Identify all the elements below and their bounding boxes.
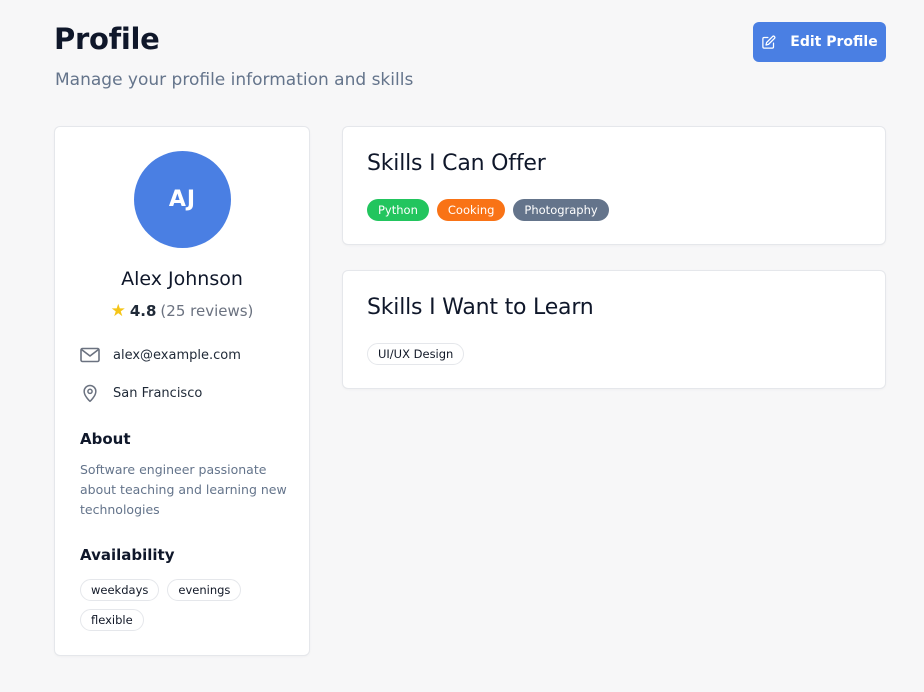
skill-tag-uiux: UI/UX Design [367, 343, 465, 365]
edit-profile-label: Edit Profile [790, 34, 878, 50]
skill-tag-cooking: Cooking [436, 199, 506, 221]
email-text: alex@example.com [113, 347, 241, 363]
email-row: alex@example.com [80, 347, 241, 363]
skills-learn-card: Skills I Want to Learn UI/UX Design [342, 270, 886, 389]
availability-heading: Availability [80, 546, 175, 564]
user-name: Alex Johnson [121, 268, 243, 290]
edit-profile-button[interactable]: Edit Profile [753, 22, 886, 62]
avatar: AJ [134, 151, 231, 248]
profile-card: AJ Alex Johnson ★ 4.8 (25 reviews) alex@… [54, 126, 310, 656]
availability-tags: weekdays evenings flexible [80, 579, 295, 631]
skills-learn-title: Skills I Want to Learn [367, 295, 594, 320]
about-text: Software engineer passionate about teach… [80, 462, 287, 517]
rating-score: 4.8 [129, 302, 157, 320]
map-pin-icon [80, 383, 100, 403]
star-icon: ★ [110, 300, 126, 321]
about-heading: About [80, 430, 131, 448]
location-text: San Francisco [113, 385, 203, 401]
mail-icon [80, 347, 100, 363]
skills-offer-title: Skills I Can Offer [367, 151, 546, 176]
availability-tag: evenings [167, 579, 242, 601]
skills-offer-card: Skills I Can Offer Python Cooking Photog… [342, 126, 886, 245]
location-row: San Francisco [80, 383, 202, 403]
skills-learn-tags: UI/UX Design [367, 343, 465, 365]
page-subtitle: Manage your profile information and skil… [55, 70, 414, 90]
profile-page: Profile Manage your profile information … [0, 0, 924, 692]
availability-tag: flexible [80, 609, 144, 631]
skill-tag-python: Python [367, 199, 429, 221]
page-title: Profile [54, 22, 160, 56]
review-count: (25 reviews) [160, 302, 254, 320]
skills-offer-tags: Python Cooking Photography [367, 199, 609, 221]
pencil-square-icon [761, 35, 776, 50]
skill-tag-photography: Photography [513, 199, 609, 221]
rating: ★ 4.8 (25 reviews) [55, 302, 309, 320]
availability-tag: weekdays [80, 579, 160, 601]
